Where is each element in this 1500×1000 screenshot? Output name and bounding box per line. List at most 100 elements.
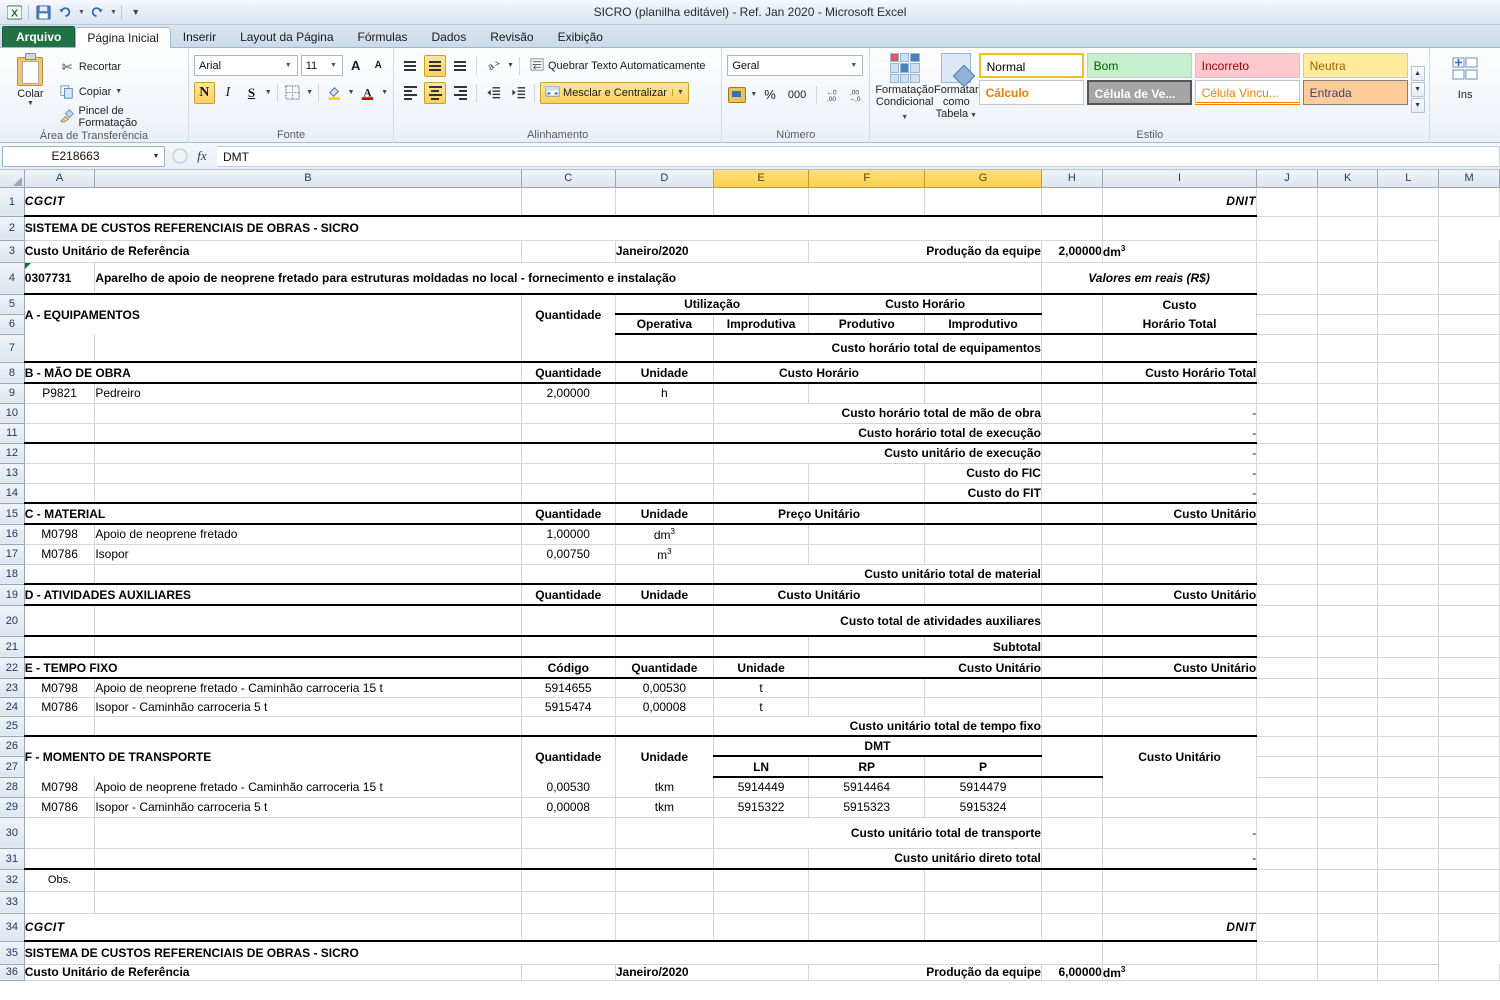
row-header-13[interactable]: 13 — [0, 463, 25, 484]
font-color-button[interactable]: A — [358, 82, 379, 104]
cell-l8[interactable] — [1377, 362, 1440, 384]
cell-c23-codigo[interactable]: 5914655 — [521, 678, 616, 698]
borders-caret-icon[interactable]: ▼ — [306, 89, 313, 96]
cell-a29-code[interactable]: M0786 — [24, 797, 96, 818]
decrease-decimal-button[interactable]: ,00 →,0 — [845, 84, 865, 106]
cell-j30[interactable] — [1256, 817, 1318, 849]
cell-j22[interactable] — [1256, 657, 1318, 679]
number-format-combo[interactable]: Geral ▼ — [727, 55, 864, 76]
number-format-caret-icon[interactable]: ▼ — [847, 62, 860, 69]
cell-f31-custo-direto-total[interactable]: Custo unitário direto total — [808, 848, 1042, 870]
cell-c1[interactable] — [521, 187, 616, 217]
row-header-18[interactable]: 18 — [0, 564, 25, 585]
cell-e30-total-transporte[interactable]: Custo unitário total de transporte — [713, 817, 1042, 849]
cell-m16[interactable] — [1438, 524, 1500, 545]
cell-d30[interactable] — [615, 817, 714, 849]
cell-k30[interactable] — [1317, 817, 1379, 849]
cell-i26-hdr-custo-unitario[interactable]: Custo Unitário — [1102, 736, 1258, 777]
cell-j14[interactable] — [1256, 483, 1318, 504]
cell-d23-qty[interactable]: 0,00530 — [615, 678, 714, 698]
underline-button[interactable]: S — [241, 82, 262, 104]
cell-j23[interactable] — [1256, 678, 1318, 698]
sheet-row-21[interactable]: 21 Subtotal — [0, 636, 1500, 658]
cell-m19[interactable] — [1438, 584, 1500, 606]
cell-l35[interactable] — [1317, 941, 1379, 965]
orientation-button[interactable]: a — [482, 55, 504, 77]
font-size-combo[interactable]: 11 ▼ — [300, 55, 343, 76]
cell-h1[interactable] — [1041, 187, 1103, 217]
cell-c28-qty[interactable]: 0,00530 — [521, 777, 616, 798]
cell-g16[interactable] — [924, 524, 1042, 545]
cell-e11-total-execucao-horario[interactable]: Custo horário total de execução — [713, 423, 1042, 444]
cell-h32[interactable] — [1041, 869, 1103, 892]
cell-j19[interactable] — [1256, 584, 1318, 606]
sheet-row-22[interactable]: 22 E - TEMPO FIXO Código Quantidade Unid… — [0, 657, 1500, 679]
cell-g9[interactable] — [924, 383, 1042, 404]
cell-d32[interactable] — [615, 869, 714, 892]
cell-i34-logo-dnit[interactable]: DNIT — [1102, 913, 1258, 942]
cell-k31[interactable] — [1317, 848, 1379, 870]
cell-j11[interactable] — [1256, 423, 1318, 444]
style-neutra[interactable]: Neutra — [1302, 53, 1408, 78]
row-header-19[interactable]: 19 — [0, 584, 25, 606]
sheet-row-15[interactable]: 15 C - MATERIAL Quantidade Unidade Preço… — [0, 503, 1500, 525]
cell-e24-unit[interactable]: t — [713, 697, 810, 717]
column-header-f[interactable]: F — [808, 170, 926, 188]
redo-icon[interactable] — [87, 2, 107, 22]
cell-j15[interactable] — [1256, 503, 1318, 525]
row-header-10[interactable]: 10 — [0, 403, 25, 424]
font-size-caret-icon[interactable]: ▼ — [327, 62, 340, 69]
cell-d13[interactable] — [615, 463, 714, 484]
cell-g14-custo-fit[interactable]: Custo do FIT — [924, 483, 1042, 504]
sheet-row-18[interactable]: 18 Custo unitário total de material — [0, 564, 1500, 585]
cell-a15-section-c-title[interactable]: C - MATERIAL — [24, 503, 522, 525]
cell-c10[interactable] — [521, 403, 616, 424]
cell-j35[interactable] — [1102, 941, 1258, 965]
cell-styles-gallery[interactable]: Normal Bom Incorreto Neutra Cálculo Célu… — [978, 51, 1408, 128]
tab-arquivo[interactable]: Arquivo — [2, 26, 76, 47]
cell-d8-hdr-unidade[interactable]: Unidade — [615, 362, 714, 384]
cell-b23-desc[interactable]: Apoio de neoprene fretado - Caminhão car… — [94, 678, 522, 698]
cell-k6[interactable] — [1317, 314, 1379, 335]
cell-h15[interactable] — [1041, 503, 1103, 525]
sheet-row-24[interactable]: 24 M0786 Isopor - Caminhão carroceria 5 … — [0, 697, 1500, 717]
cell-a13[interactable] — [24, 463, 96, 484]
cell-a14[interactable] — [24, 483, 96, 504]
column-header-l[interactable]: L — [1377, 170, 1440, 188]
cell-d5-hdr-utilizacao[interactable]: Utilização — [615, 294, 810, 315]
cell-j13[interactable] — [1256, 463, 1318, 484]
currency-format-button[interactable] — [727, 84, 747, 106]
cell-a23-code[interactable]: M0798 — [24, 678, 96, 698]
column-header-d[interactable]: D — [615, 170, 714, 188]
sheet-row-7[interactable]: 7 Custo horário total de equipamentos — [0, 334, 1500, 363]
cell-i6-hdr-horario-total[interactable]: Horário Total — [1102, 314, 1258, 335]
cell-a4-item-code[interactable]: 0307731 — [24, 262, 96, 295]
cell-i30-value[interactable]: - — [1102, 817, 1258, 849]
cell-d25[interactable] — [615, 716, 714, 737]
cell-m23[interactable] — [1438, 678, 1500, 698]
tab-exibicao[interactable]: Exibição — [546, 26, 615, 47]
cell-h30[interactable] — [1041, 817, 1103, 849]
cell-c15-hdr-quantidade[interactable]: Quantidade — [521, 503, 616, 525]
cell-l32[interactable] — [1377, 869, 1440, 892]
row-header-2[interactable]: 2 — [0, 216, 25, 241]
cell-d12[interactable] — [615, 443, 714, 464]
cell-i7[interactable] — [1102, 334, 1258, 363]
cell-e8-hdr-custo-horario[interactable]: Custo Horário — [713, 362, 926, 384]
cell-a21[interactable] — [24, 636, 96, 658]
customize-qat-icon[interactable]: ▼ — [126, 2, 146, 22]
cell-a9-code[interactable]: P9821 — [24, 383, 96, 404]
cell-h7[interactable] — [1041, 334, 1103, 363]
cell-h25[interactable] — [1041, 716, 1103, 737]
cell-i16[interactable] — [1102, 524, 1258, 545]
cell-e19-hdr-custo-unitario[interactable]: Custo Unitário — [713, 584, 926, 606]
cell-b13[interactable] — [94, 463, 522, 484]
cell-a2-system-title[interactable]: SISTEMA DE CUSTOS REFERENCIAIS DE OBRAS … — [24, 216, 1103, 241]
cell-m2[interactable] — [1377, 216, 1440, 241]
cell-j8[interactable] — [1256, 362, 1318, 384]
style-calculo[interactable]: Cálculo — [978, 80, 1084, 105]
cell-f28-rp[interactable]: 5914464 — [808, 777, 926, 798]
align-center-button[interactable] — [424, 81, 447, 104]
row-header-5[interactable]: 5 — [0, 294, 25, 315]
cell-b16-desc[interactable]: Apoio de neoprene fretado — [94, 524, 522, 545]
